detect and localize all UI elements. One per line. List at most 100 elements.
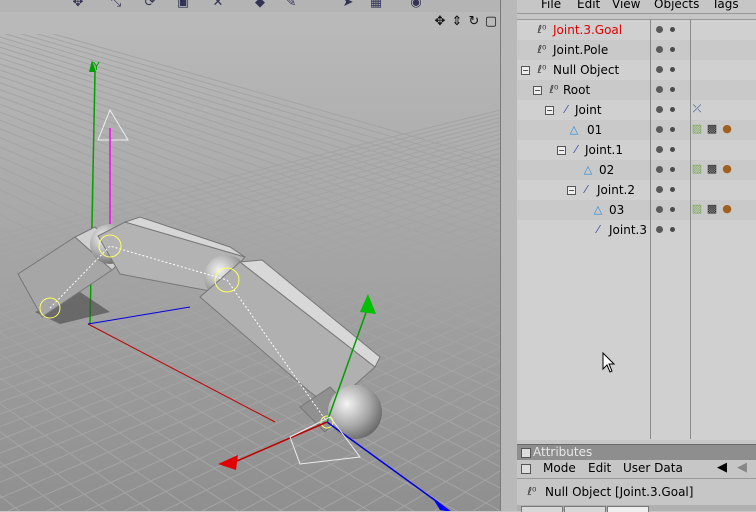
editor-visibility-dot[interactable] [656,226,663,233]
render-visibility-dot[interactable] [670,107,675,112]
collapse-toggle-icon[interactable]: − [521,66,530,75]
render-visibility-dot[interactable] [670,47,675,52]
list-item[interactable]: ⁄ Joint.3 [517,220,756,240]
list-item[interactable]: ℓ⁰ Joint.Pole [517,40,756,60]
material-tag-icon[interactable]: ▩ [705,162,719,176]
render-visibility-dot[interactable] [670,87,675,92]
texture-tag-icon[interactable]: ● [720,162,734,176]
editor-visibility-dot[interactable] [656,86,663,93]
texture-tag-icon[interactable]: ● [720,202,734,216]
list-item[interactable]: △ 01 ▨ ▩ ● [517,120,756,140]
editor-visibility-dot[interactable] [656,46,663,53]
tab-object[interactable] [607,506,649,512]
texture-tag-icon[interactable]: ● [720,122,734,136]
menu-attr-edit[interactable]: Edit [588,461,611,475]
object-name[interactable]: 03 [609,203,624,217]
rotate-tool-icon[interactable]: ⟳ [142,0,158,10]
move-tool-icon[interactable]: ✥ [70,0,86,10]
material-tag-icon[interactable]: ▩ [705,202,719,216]
editor-visibility-dot[interactable] [656,186,663,193]
editor-visibility-dot[interactable] [656,166,663,173]
editor-visibility-dot[interactable] [656,106,663,113]
render-visibility-dot[interactable] [670,207,675,212]
editor-visibility-dot[interactable] [656,146,663,153]
list-item[interactable]: ℓ⁰ Joint.3.Goal [517,20,756,40]
list-item[interactable]: − ℓ⁰ Null Object [517,60,756,80]
menu-mode[interactable]: Mode [543,461,576,475]
attributes-tabs[interactable] [517,505,756,512]
pan-view-icon[interactable]: ✥ [432,14,448,30]
collapse-toggle-icon[interactable]: − [557,146,566,155]
render-visibility-dot[interactable] [670,167,675,172]
pointer-tool-icon[interactable]: ➤ [340,0,356,10]
tab-coord[interactable] [564,506,606,512]
object-name[interactable]: Null Object [553,63,619,77]
object-name[interactable]: Joint.2 [597,183,635,197]
render-visibility-dot[interactable] [670,67,675,72]
viewport-scene[interactable]: Y [0,34,500,511]
forward-arrow-icon[interactable]: ◀ [737,460,747,475]
zoom-view-icon[interactable]: ⇕ [449,14,465,30]
object-name[interactable]: 02 [599,163,614,177]
cube-tool-icon[interactable]: ▣ [175,0,191,10]
phong-tag-icon[interactable]: ▨ [690,122,704,136]
editor-visibility-dot[interactable] [656,126,663,133]
tab-basic[interactable] [521,506,563,512]
editor-visibility-dot[interactable] [656,26,663,33]
list-item[interactable]: − ⁄ Joint ⤫ [517,100,756,120]
object-name[interactable]: Root [563,83,590,97]
menu-user-data[interactable]: User Data [623,461,683,475]
render-visibility-dot[interactable] [670,147,675,152]
list-item[interactable]: − ℓ⁰ Root [517,80,756,100]
menu-view[interactable]: View [612,0,640,11]
object-name[interactable]: Joint.1 [585,143,623,157]
selected-object-name: Null Object [Joint.3.Goal] [545,485,694,499]
render-visibility-dot[interactable] [670,187,675,192]
joint-icon: ⁄ [575,143,577,156]
ik-tag-icon[interactable]: ⤫ [690,102,704,116]
render-icon[interactable]: ◉ [408,0,424,10]
orbit-view-icon[interactable]: ↻ [466,14,482,30]
panel-grip-icon[interactable] [521,464,531,474]
list-item[interactable]: − ⁄ Joint.1 [517,140,756,160]
render-region-icon[interactable]: ▦ [368,0,384,10]
list-item[interactable]: △ 03 ▨ ▩ ● [517,200,756,220]
phong-tag-icon[interactable]: ▨ [690,202,704,216]
primitive-cube-icon[interactable]: ◆ [252,0,268,10]
end-sphere[interactable] [328,385,382,439]
column-divider[interactable] [650,19,651,439]
list-item[interactable]: − ⁄ Joint.2 [517,180,756,200]
column-divider[interactable] [690,19,691,439]
object-name[interactable]: Joint.3.Goal [553,23,622,37]
perspective-viewport[interactable]: ✥ ⇕ ↻ ▢ Y [0,12,500,511]
attributes-title: Attributes [533,445,593,459]
maximize-view-icon[interactable]: ▢ [483,14,499,30]
panel-splitter[interactable] [500,0,518,511]
attributes-menubar: Mode Edit User Data ◀ ◀ [517,460,756,479]
object-name[interactable]: Joint.3 [609,223,647,237]
phong-tag-icon[interactable]: ▨ [690,162,704,176]
editor-visibility-dot[interactable] [656,206,663,213]
collapse-toggle-icon[interactable]: − [567,186,576,195]
menu-file[interactable]: File [541,0,561,11]
object-name[interactable]: Joint [575,103,602,117]
axis-tool-icon[interactable]: ✕ [210,0,226,10]
render-visibility-dot[interactable] [670,127,675,132]
menu-tags[interactable]: Tags [712,0,739,11]
collapse-toggle-icon[interactable]: − [545,106,554,115]
menu-objects[interactable]: Objects [654,0,699,11]
visibility-dots [656,146,676,154]
render-visibility-dot[interactable] [670,27,675,32]
scale-tool-icon[interactable]: ⤡ [108,0,124,10]
render-visibility-dot[interactable] [670,227,675,232]
editor-visibility-dot[interactable] [656,66,663,73]
spline-tool-icon[interactable]: ✎ [283,0,299,10]
list-item[interactable]: △ 02 ▨ ▩ ● [517,160,756,180]
material-tag-icon[interactable]: ▩ [705,122,719,136]
collapse-toggle-icon[interactable]: − [533,86,542,95]
back-arrow-icon[interactable]: ◀ [717,460,727,475]
object-name[interactable]: Joint.Pole [553,43,608,57]
object-name[interactable]: 01 [587,123,602,137]
menu-edit[interactable]: Edit [577,0,600,11]
panel-grip-icon[interactable] [521,448,531,458]
